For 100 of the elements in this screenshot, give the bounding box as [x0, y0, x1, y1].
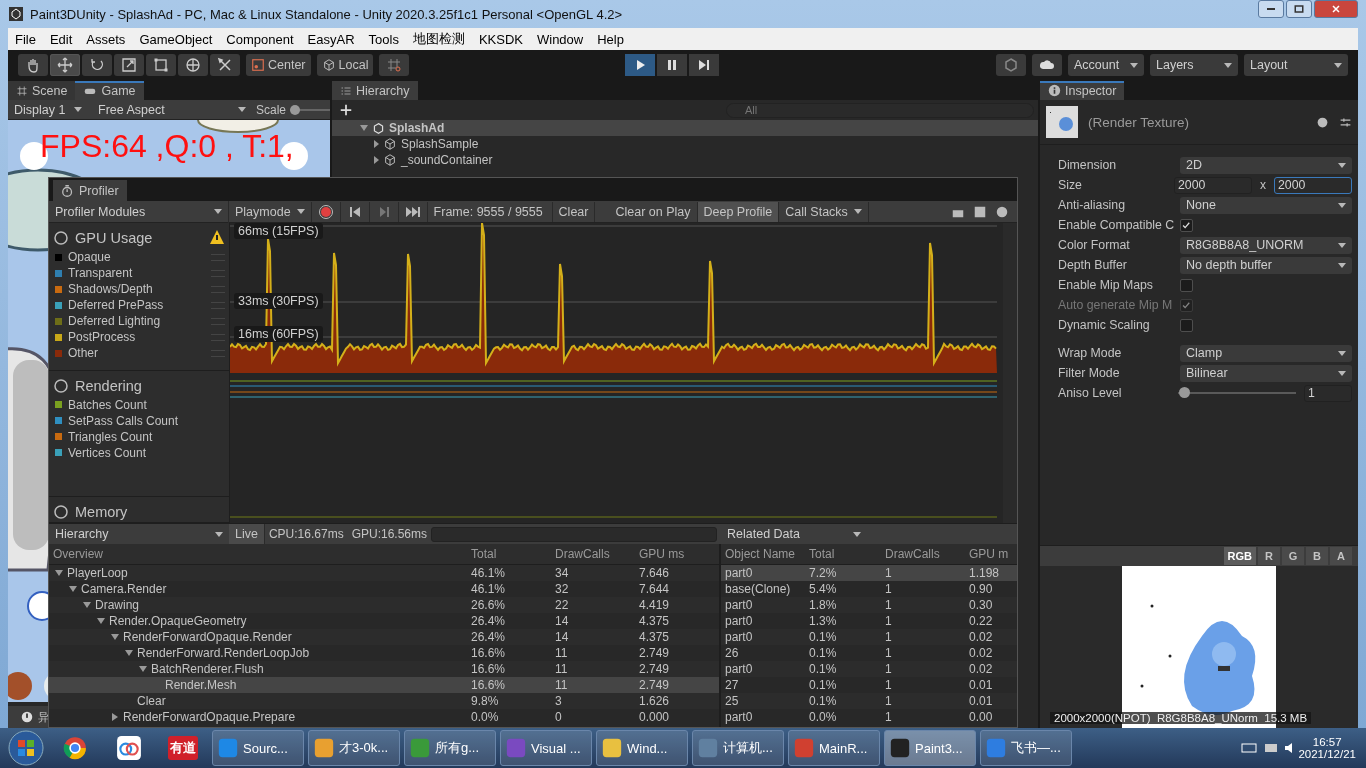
panel-tab[interactable]: Game — [75, 81, 144, 100]
expand-arrow-icon[interactable] — [69, 585, 77, 593]
series-label[interactable]: Deferred PrePass — [68, 298, 164, 312]
table-row[interactable]: 26 0.1% 1 0.02 — [721, 645, 1017, 661]
checkbox[interactable] — [1180, 218, 1193, 232]
tree-row[interactable]: Clear 9.8% 3 1.626 — [49, 693, 719, 709]
maximize-button[interactable] — [1286, 0, 1312, 18]
taskbar-button[interactable]: MainR... — [788, 730, 880, 766]
search-field[interactable] — [431, 526, 717, 542]
field-dropdown[interactable]: R8G8B8A8_UNORM — [1180, 236, 1352, 254]
expand-arrow-icon[interactable] — [55, 569, 63, 577]
minimize-button[interactable] — [1258, 0, 1284, 18]
tree-row[interactable]: RenderForwardOpaque.Render 26.4% 14 4.375 — [49, 629, 719, 645]
toolbar-dropdown[interactable]: Layout — [1244, 54, 1348, 76]
column-header[interactable]: GPU m — [965, 547, 1017, 561]
tool-button[interactable] — [146, 54, 176, 76]
tool-button[interactable] — [50, 54, 80, 76]
grid-snap-button[interactable] — [379, 54, 410, 76]
expand-arrow-icon[interactable] — [139, 665, 147, 673]
menu-item[interactable]: Edit — [42, 31, 80, 47]
taskbar-button[interactable]: 计算机... — [692, 730, 784, 766]
play-control-button[interactable] — [689, 54, 720, 76]
expand-arrow-icon[interactable] — [83, 601, 91, 609]
toolbar-dropdown[interactable]: Layers — [1150, 54, 1238, 76]
menu-item[interactable]: EasyAR — [300, 31, 362, 47]
channel-button[interactable]: A — [1330, 547, 1352, 565]
expand-arrow-icon[interactable] — [374, 156, 379, 164]
tool-button[interactable] — [178, 54, 208, 76]
series-label[interactable]: PostProcess — [68, 330, 136, 344]
menu-item[interactable]: Assets — [79, 31, 133, 47]
series-label[interactable]: Triangles Count — [68, 429, 153, 444]
menu-item[interactable]: Component — [219, 31, 301, 47]
display-dropdown[interactable]: Display 1 — [8, 100, 88, 119]
module-title[interactable]: Rendering — [75, 377, 142, 394]
live-button[interactable]: Live — [229, 524, 265, 544]
column-header[interactable]: DrawCalls — [881, 547, 965, 561]
table-row[interactable]: part0 0.1% 1 0.02 — [721, 629, 1017, 645]
collab-button[interactable] — [996, 54, 1026, 76]
field-dropdown[interactable]: None — [1180, 196, 1352, 214]
series-label[interactable]: SetPass Calls Count — [68, 413, 179, 428]
taskbar-button[interactable]: 才3-0k... — [308, 730, 400, 766]
series-label[interactable]: Transparent — [68, 266, 133, 280]
menu-item[interactable]: File — [8, 31, 43, 47]
tree-row[interactable]: RenderForward.RenderLoopJob 16.6% 11 2.749 — [49, 645, 719, 661]
menu-item[interactable]: GameObject — [132, 31, 220, 47]
column-header[interactable]: DrawCalls — [551, 547, 635, 561]
scale-slider-thumb[interactable] — [290, 104, 300, 115]
column-header[interactable]: Overview — [49, 547, 467, 561]
tool-button[interactable] — [210, 54, 240, 76]
field-dropdown[interactable]: No depth buffer — [1180, 256, 1352, 274]
space-button[interactable]: Local — [316, 54, 374, 76]
play-control-button[interactable] — [657, 54, 688, 76]
panel-tab[interactable]: Inspector — [1040, 81, 1125, 100]
channel-button[interactable]: G — [1282, 547, 1304, 565]
pivot-button[interactable]: Center — [246, 54, 311, 76]
expand-arrow-icon[interactable] — [97, 617, 105, 625]
taskbar-button[interactable]: Sourc... — [212, 730, 304, 766]
expand-arrow-icon[interactable] — [111, 633, 119, 641]
column-header[interactable]: Total — [805, 547, 881, 561]
channel-button[interactable]: B — [1306, 547, 1328, 565]
taskbar-button[interactable]: Paint3... — [884, 730, 976, 766]
tree-row[interactable]: BatchRenderer.Flush 16.6% 11 2.749 — [49, 661, 719, 677]
cloud-button[interactable] — [1032, 54, 1062, 76]
table-row[interactable]: base(Clone) 5.4% 1 0.90 — [721, 581, 1017, 597]
table-row[interactable]: 27 0.1% 1 0.01 — [721, 677, 1017, 693]
field-dropdown[interactable]: Bilinear — [1180, 364, 1352, 382]
table-row[interactable]: part0 0.1% 1 0.02 — [721, 661, 1017, 677]
tree-row[interactable]: Camera.Render 46.1% 32 7.644 — [49, 581, 719, 597]
expand-arrow-icon[interactable] — [111, 713, 119, 721]
taskbar-button[interactable]: Visual ... — [500, 730, 592, 766]
panel-tab[interactable]: Scene — [8, 81, 76, 100]
expand-arrow-icon[interactable] — [374, 140, 379, 148]
checkbox[interactable] — [1180, 318, 1193, 332]
hierarchy-item[interactable]: _soundContainer — [401, 153, 493, 167]
aspect-dropdown[interactable]: Free Aspect — [92, 100, 252, 119]
tree-row[interactable]: Drawing 26.6% 22 4.419 — [49, 597, 719, 613]
menu-item[interactable]: 地图检测 — [405, 30, 472, 48]
taskbar-button[interactable]: 所有g... — [404, 730, 496, 766]
table-row[interactable]: part0 1.8% 1 0.30 — [721, 597, 1017, 613]
series-label[interactable]: Opaque — [68, 250, 111, 264]
series-label[interactable]: Vertices Count — [68, 445, 147, 460]
field-dropdown[interactable]: 2D — [1180, 156, 1352, 174]
table-row[interactable]: 25 0.1% 1 0.01 — [721, 693, 1017, 709]
menu-item[interactable]: Help — [590, 31, 631, 47]
panel-tab[interactable]: Profiler — [53, 180, 127, 201]
table-row[interactable]: part0 0.0% 1 0.00 — [721, 709, 1017, 725]
play-control-button[interactable] — [625, 54, 656, 76]
panel-tab[interactable]: Hierarchy — [332, 81, 418, 100]
hierarchy-item[interactable]: SplashSample — [401, 137, 479, 151]
value-field[interactable]: 1 — [1304, 384, 1352, 402]
table-row[interactable]: part0 1.3% 1 0.22 — [721, 613, 1017, 629]
toolbar-dropdown[interactable]: Account — [1068, 54, 1144, 76]
scene-row[interactable]: SplashAd — [332, 120, 1038, 136]
tool-button[interactable] — [18, 54, 48, 76]
tree-row[interactable]: RenderForwardOpaque.Prepare 0.0% 0 0.000 — [49, 709, 719, 725]
menu-item[interactable]: KKSDK — [471, 31, 530, 47]
field-dropdown[interactable]: Clamp — [1180, 344, 1352, 362]
expand-arrow-icon[interactable] — [125, 649, 133, 657]
menu-item[interactable]: Tools — [361, 31, 406, 47]
series-label[interactable]: Shadows/Depth — [68, 282, 153, 296]
